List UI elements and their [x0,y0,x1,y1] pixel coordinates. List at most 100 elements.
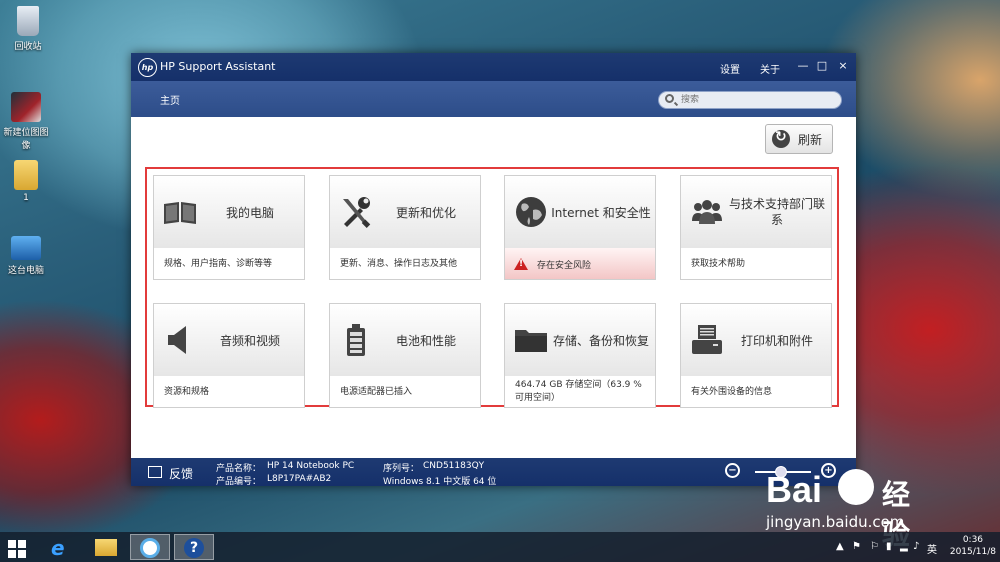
tile-title: 更新和优化 [395,206,456,220]
serial-number-value: CND51183QY [423,461,485,471]
help-icon: ? [184,538,204,558]
tray-input-language[interactable]: 英 [927,541,937,556]
watermark-url: jingyan.baidu.com [766,513,905,531]
tray-network-icon[interactable]: ▂ [900,541,908,552]
window-title: HP Support Assistant [160,60,276,73]
tile-internet-security[interactable]: Internet 和安全性 存在安全风险 [504,175,656,280]
maximize-button[interactable]: □ [815,58,829,74]
recycle-bin-icon [17,6,39,36]
feedback-button[interactable]: 反馈 [169,465,193,482]
zoom-out-icon[interactable]: − [725,463,740,478]
product-number-label: 产品编号： [216,477,262,487]
tile-updates[interactable]: 更新和优化 更新、消息、操作日志及其他 [329,175,481,280]
start-button[interactable] [0,534,40,560]
about-link[interactable]: 关于 [760,61,780,76]
product-name-label: 产品名称： [216,464,262,474]
refresh-icon [772,129,790,148]
refresh-button[interactable]: 刷新 [765,124,833,154]
tile-title: 电池和性能 [395,334,456,348]
tray-security-icon[interactable]: ⚑ [852,541,861,552]
nav-bar: 主页 [131,81,856,117]
folder-icon [515,330,547,352]
book-icon [164,202,196,224]
tray-up-arrow-icon[interactable]: ▲ [836,541,844,552]
computer-icon [11,236,41,260]
close-button[interactable]: × [836,58,850,74]
tray-battery-icon[interactable]: ▮ [886,541,892,552]
tile-header: Internet 和安全性 [505,176,655,248]
desktop-icon-folder-1[interactable]: 1 [0,160,52,203]
tile-contact-support[interactable]: 与技术支持部门联系 获取技术帮助 [680,175,832,280]
tile-description: 资源和规格 [164,387,210,397]
watermark-brand: Bai [766,469,823,510]
desktop-icon-this-pc[interactable]: 这台电脑 [0,236,52,276]
taskbar: e ? ▲ ⚑ ⚐ ▮ ▂ ♪ 英 0:36 2015/11/8 [0,532,1000,562]
tile-description: 规格、用户指南、诊断等等 [164,259,273,269]
printer-icon [692,325,722,354]
tile-audio-video[interactable]: 音频和视频 资源和规格 [153,303,305,408]
search-box[interactable] [658,91,842,109]
tile-my-computer[interactable]: 我的电脑 规格、用户指南、诊断等等 [153,175,305,280]
tile-header: 音频和视频 [154,304,304,376]
desktop-icon-recycle-bin[interactable]: 回收站 [2,6,54,52]
zoom-in-icon[interactable]: + [821,463,836,478]
speaker-icon [168,326,186,354]
warning-icon [514,258,528,270]
desktop-icon-bitmap[interactable]: 新建位图图像 [0,92,52,151]
taskbar-help[interactable]: ? [174,534,214,560]
nav-home-link[interactable]: 主页 [160,92,180,107]
desktop-icon-label: 新建位图图像 [3,128,49,151]
desktop-icon-label: 这台电脑 [7,266,44,276]
hp-logo-icon: hp [138,58,157,77]
people-icon [692,200,722,224]
bitmap-image-icon [11,92,41,122]
tile-header: 更新和优化 [330,176,480,248]
serial-number-label: 序列号： [383,464,420,474]
tile-description: 存在安全风险 [537,261,592,271]
search-input[interactable] [681,93,831,107]
hp-support-assistant-window: hp HP Support Assistant 设置 关于 — □ × 主页 刷… [131,53,856,487]
tile-title: 存储、备份和恢复 [552,334,649,348]
minimize-button[interactable]: — [796,58,810,74]
tile-title: Internet 和安全性 [551,206,651,220]
title-bar[interactable]: hp HP Support Assistant 设置 关于 — □ × [131,53,856,81]
paw-icon [838,469,874,505]
windows-logo-icon [8,540,26,558]
tile-header: 电池和性能 [330,304,480,376]
tile-title: 音频和视频 [219,334,280,348]
tile-printers-accessories[interactable]: 打印机和附件 有关外围设备的信息 [680,303,832,408]
desktop-icon-label: 回收站 [14,42,42,52]
tile-description: 有关外围设备的信息 [691,387,773,397]
product-name-value: HP 14 Notebook PC [267,461,355,471]
taskbar-ie[interactable]: e [42,534,82,560]
tray-flag-icon[interactable]: ⚐ [870,541,879,552]
tile-description: 464.74 GB 存储空间（63.9 % 可用空间） [515,380,642,403]
battery-icon [347,324,365,356]
settings-link[interactable]: 设置 [720,61,740,76]
taskbar-hp-support[interactable] [130,534,170,560]
tile-battery-performance[interactable]: 电池和性能 电源适配器已插入 [329,303,481,408]
refresh-label: 刷新 [798,133,823,147]
clock-time: 0:36 [962,535,984,545]
taskbar-file-explorer[interactable] [86,534,126,560]
tile-storage-backup[interactable]: 存储、备份和恢复 464.74 GB 存储空间（63.9 % 可用空间） [504,303,656,408]
feedback-icon [148,466,162,478]
tile-description: 电源适配器已插入 [340,387,413,397]
tile-header: 与技术支持部门联系 [681,176,831,248]
tile-header: 我的电脑 [154,176,304,248]
tile-title: 打印机和附件 [740,334,813,348]
tray-volume-icon[interactable]: ♪ [913,541,919,552]
internet-explorer-icon: e [51,536,65,560]
product-number-value: L8P17PA#AB2 [267,474,332,484]
desktop-icon-label: 1 [23,193,29,203]
hp-support-icon [140,538,160,558]
security-alert-bar: 存在安全风险 [505,248,655,279]
tile-description: 获取技术帮助 [691,259,746,269]
tile-header: 打印机和附件 [681,304,831,376]
status-bar: 反馈 产品名称： HP 14 Notebook PC 产品编号： L8P17PA… [131,458,856,487]
file-explorer-icon [95,539,117,556]
tile-header: 存储、备份和恢复 [505,304,655,376]
folder-icon [14,160,38,190]
taskbar-clock[interactable]: 0:36 2015/11/8 [950,534,996,558]
globe-icon [516,197,546,227]
